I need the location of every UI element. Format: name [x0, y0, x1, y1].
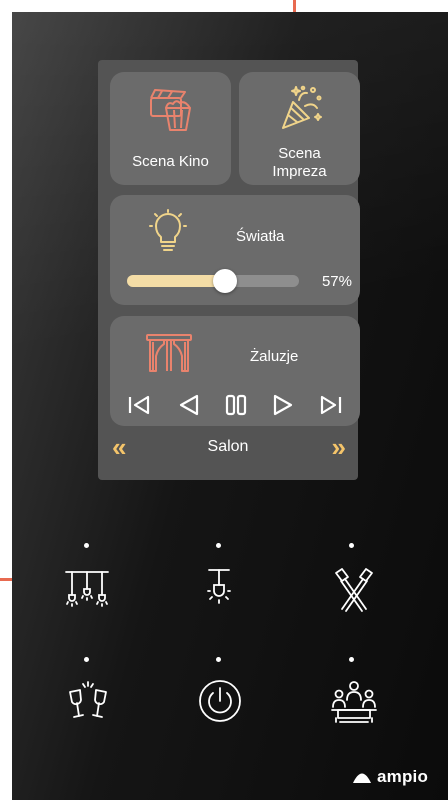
ceiling-lamp-icon[interactable]: [203, 567, 235, 613]
scene-party-button[interactable]: Scena Impreza: [239, 72, 360, 185]
brand-logo: ampio: [352, 767, 428, 787]
pause-icon[interactable]: [223, 392, 249, 418]
indicator-dot: [216, 543, 221, 548]
brand-name: ampio: [377, 767, 429, 786]
cinema-icon: [150, 89, 191, 131]
decorative-accent-line: [0, 578, 12, 581]
scene-party-label-text: Scena Impreza: [272, 145, 327, 180]
scene-party-label: Scena Impreza: [239, 145, 360, 181]
indicator-dot: [216, 657, 221, 662]
indicator-dot: [349, 543, 354, 548]
blinds-tile: Żaluzje: [110, 316, 360, 426]
prev-icon[interactable]: [176, 392, 202, 418]
wall-panel: Scena Kino Scena Impreza Światła 57% Żal…: [12, 12, 448, 800]
next-icon[interactable]: [270, 392, 296, 418]
toast-glasses-icon[interactable]: [66, 680, 110, 724]
spotlights-icon[interactable]: [330, 567, 378, 615]
brightness-slider[interactable]: [127, 269, 299, 293]
step-forward-icon[interactable]: [318, 392, 344, 418]
lights-tile: Światła 57%: [110, 195, 360, 305]
curtains-icon: [146, 334, 192, 372]
power-icon[interactable]: [198, 679, 242, 723]
scene-cinema-label: Scena Kino: [132, 153, 209, 170]
touch-screen: Scena Kino Scena Impreza Światła 57% Żal…: [98, 60, 360, 480]
indicator-dot: [349, 657, 354, 662]
brightness-value: 57%: [321, 273, 352, 290]
pendant-lamps-icon[interactable]: [64, 567, 110, 613]
indicator-dot: [84, 657, 89, 662]
ampio-logo-icon: [353, 773, 371, 783]
brightness-slider-knob[interactable]: [213, 269, 238, 293]
blinds-label: Żaluzje: [250, 348, 299, 365]
step-back-icon[interactable]: [126, 392, 152, 418]
brightness-slider-fill: [127, 275, 226, 287]
dining-people-icon[interactable]: [330, 680, 378, 724]
indicator-dot: [84, 543, 89, 548]
next-room-button[interactable]: »: [332, 434, 346, 460]
scene-cinema-button[interactable]: Scena Kino: [110, 72, 231, 185]
party-popper-icon: [282, 85, 322, 129]
light-bulb-icon: [149, 209, 187, 251]
decorative-accent-line: [293, 0, 296, 12]
lights-label: Światła: [236, 228, 285, 245]
room-name: Salon: [207, 438, 249, 455]
